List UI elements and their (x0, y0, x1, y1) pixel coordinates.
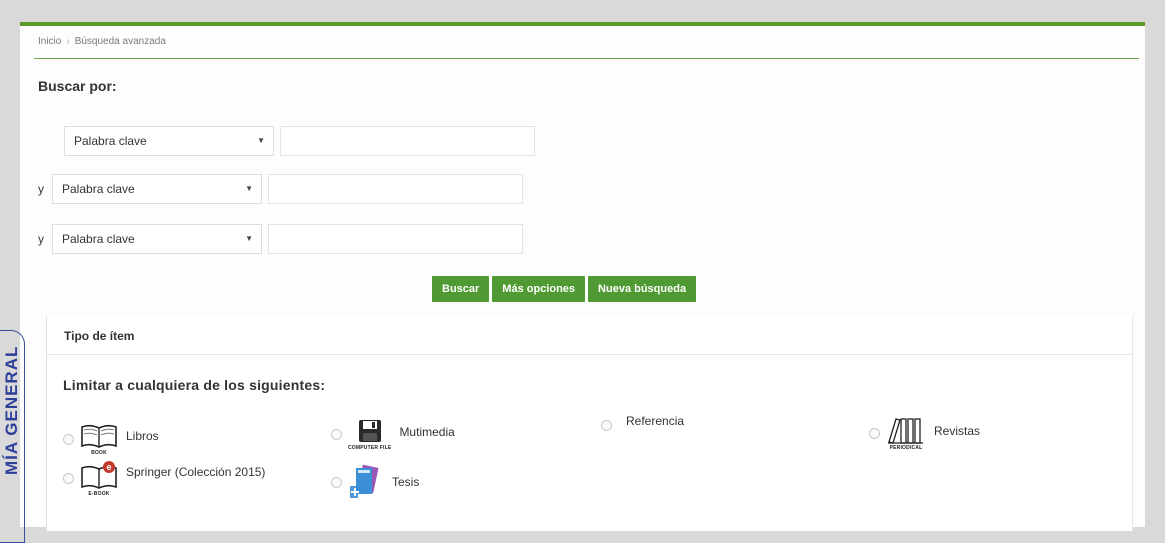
item-type-option-springer[interactable]: e E-BOOK Springer (Colección 2015) (63, 460, 265, 497)
caret-down-icon: ▼ (257, 136, 265, 145)
breadcrumb-divider (34, 58, 1139, 59)
search-field-select-value: Palabra clave (62, 182, 135, 196)
item-type-label: Springer (Colección 2015) (126, 464, 266, 479)
search-button[interactable]: Buscar (432, 276, 490, 302)
search-row-2: y Palabra clave ▼ (38, 174, 523, 204)
item-type-title: Tipo de ítem (64, 329, 135, 343)
breadcrumb-separator: › (66, 36, 70, 47)
search-field-select-2[interactable]: Palabra clave ▼ (52, 174, 262, 204)
new-search-button[interactable]: Nueva búsqueda (588, 276, 697, 302)
periodical-icon: PERIODICAL (886, 416, 926, 451)
svg-text:e: e (106, 462, 111, 472)
item-type-option-multimedia[interactable]: COMPUTER FILE Mutimedia (331, 418, 455, 451)
item-type-checkbox[interactable] (869, 428, 880, 439)
search-connector: y (38, 232, 44, 246)
item-type-checkbox[interactable] (63, 434, 74, 445)
search-term-input-3[interactable] (268, 224, 523, 254)
search-connector: y (38, 182, 44, 196)
item-type-option-books[interactable]: BOOK Libros (63, 423, 159, 456)
search-page: Inicio › Búsqueda avanzada Buscar por: Pal… (20, 22, 1145, 531)
limit-instructions: Limitar a cualquiera de los siguientes: (63, 377, 326, 393)
search-row-3: y Palabra clave ▼ (38, 224, 523, 254)
item-type-checkbox[interactable] (331, 429, 342, 440)
item-type-option-periodicals[interactable]: PERIODICAL Revistas (869, 416, 980, 451)
icon-caption: COMPUTER FILE (348, 445, 392, 451)
item-type-label: Tesis (392, 475, 420, 489)
item-type-panel: Tipo de ítem Limitar a cualquiera de los… (46, 316, 1133, 531)
caret-down-icon: ▼ (245, 234, 253, 243)
item-type-label: Mutimedia (399, 424, 455, 439)
caret-down-icon: ▼ (245, 184, 253, 193)
search-field-select-value: Palabra clave (62, 232, 135, 246)
ink-stamp-text: MÍA GENERAL (2, 345, 21, 475)
search-row-1: Palabra clave ▼ (64, 126, 535, 156)
item-type-option-thesis[interactable]: Tesis (331, 464, 419, 500)
book-icon: BOOK (80, 423, 118, 456)
search-actions: Buscar Más opciones Nueva búsqueda (432, 276, 697, 302)
floppy-disk-icon: COMPUTER FILE (348, 418, 391, 451)
item-type-label: Libros (126, 428, 159, 443)
item-type-header[interactable]: Tipo de ítem (47, 316, 1132, 355)
search-term-input-2[interactable] (268, 174, 523, 204)
icon-caption: BOOK (91, 450, 107, 456)
more-options-button[interactable]: Más opciones (492, 276, 586, 302)
search-term-input-1[interactable] (280, 126, 535, 156)
item-type-checkbox[interactable] (63, 473, 74, 484)
search-field-select-3[interactable]: Palabra clave ▼ (52, 224, 262, 254)
item-type-checkbox[interactable] (601, 420, 612, 431)
search-field-select-value: Palabra clave (74, 134, 147, 148)
thesis-icon (348, 464, 384, 500)
breadcrumb-current: Búsqueda avanzada (74, 36, 166, 47)
breadcrumb: Inicio › Búsqueda avanzada (38, 36, 166, 47)
ebook-icon: e E-BOOK (80, 460, 118, 497)
item-type-checkbox[interactable] (331, 476, 342, 488)
icon-caption: E-BOOK (88, 491, 110, 497)
search-heading: Buscar por: (38, 78, 117, 94)
item-type-label: Revistas (934, 423, 981, 438)
icon-caption: PERIODICAL (889, 445, 923, 451)
item-type-label: Referencia (626, 413, 685, 428)
breadcrumb-home-link[interactable]: Inicio (38, 36, 61, 47)
search-field-select-1[interactable]: Palabra clave ▼ (64, 126, 274, 156)
item-type-option-reference[interactable]: Referencia (601, 414, 684, 431)
